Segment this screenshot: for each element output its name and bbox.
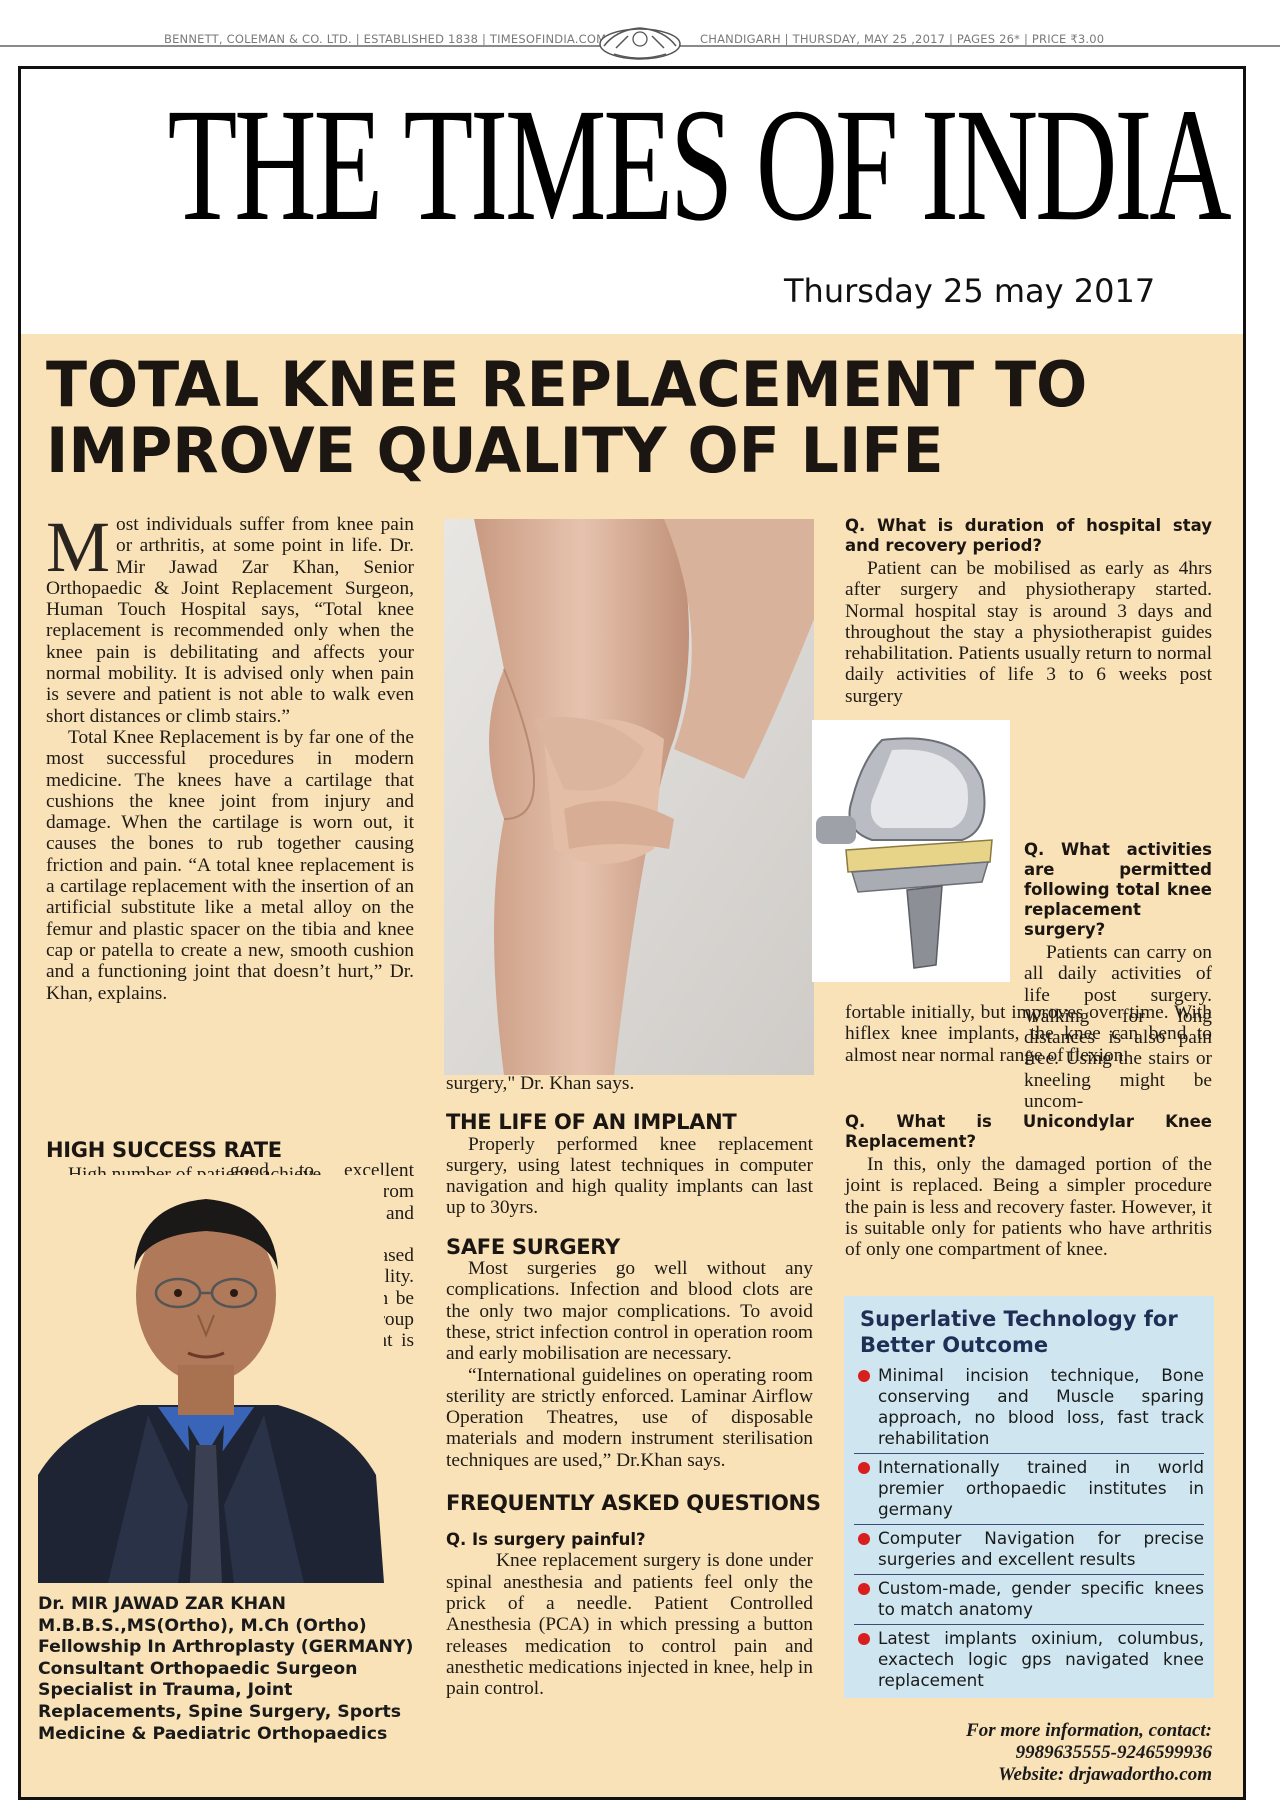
column-2-body: surgery," Dr. Khan says. THE LIFE OF AN … — [446, 1073, 821, 1700]
crest-emblem-icon — [599, 27, 681, 60]
list-item: Internationally trained in world premier… — [854, 1454, 1204, 1525]
contact-phones: 9989635555-9246599936 — [1015, 1742, 1212, 1763]
headline-line-1: TOTAL KNEE REPLACEMENT TO — [46, 348, 1088, 421]
column-1-body: M ost individuals suffer from knee pain … — [46, 507, 414, 1004]
bullet-icon — [858, 1462, 870, 1474]
faq-question-4: Q. What is Unicondylar Knee Replacement? — [845, 1112, 1212, 1151]
edition-info: CHANDIGARH | THURSDAY, MAY 25 ,2017 | PA… — [700, 32, 1105, 46]
faq-answer-1: Knee replacement surgery is done under s… — [446, 1550, 813, 1700]
knee-photo — [444, 519, 814, 1075]
article-headline: TOTAL KNEE REPLACEMENT TO IMPROVE QUALIT… — [46, 352, 1191, 484]
column-3-body: Q. What is duration of hospital stay and… — [845, 516, 1212, 707]
newspaper-title: THE TIMES OF INDIA — [167, 75, 1232, 255]
faq-unicondylar: Q. What is Unicondylar Knee Replacement?… — [845, 1112, 1212, 1260]
knee-implant-photo — [812, 720, 1010, 982]
faq-activities: Q. What activities are permitted followi… — [1024, 840, 1212, 1112]
list-item: Minimal incision technique, Bone conserv… — [854, 1362, 1204, 1454]
bullet-icon — [858, 1533, 870, 1545]
bullet-icon — [858, 1370, 870, 1382]
faq-question-1: Q. Is surgery painful? — [446, 1530, 646, 1550]
publisher-info: BENNETT, COLEMAN & CO. LTD. | ESTABLISHE… — [164, 32, 607, 46]
doctor-role: Consultant Orthopaedic Surgeon — [38, 1658, 358, 1679]
safe-paragraph-2: “International guidelines on operating r… — [446, 1364, 813, 1471]
doctor-portrait — [28, 1175, 384, 1583]
edition-line: BENNETT, COLEMAN & CO. LTD. | ESTABLISHE… — [0, 0, 1280, 60]
technology-box-title: Superlative Technology for Better Outcom… — [860, 1307, 1178, 1357]
safe-paragraph-1: Most surgeries go well without any compl… — [446, 1258, 813, 1365]
carryover-text: surgery," Dr. Khan says. — [446, 1073, 635, 1094]
list-item: Latest implants oxinium, columbus, exact… — [854, 1625, 1204, 1695]
list-item: Custom-made, gender specific knees to ma… — [854, 1575, 1204, 1625]
technology-box: Superlative Technology for Better Outcom… — [844, 1296, 1214, 1698]
life-paragraph: Properly performed knee replacement surg… — [446, 1133, 813, 1219]
issue-date: Thursday 25 may 2017 — [784, 272, 1156, 310]
doctor-degrees: M.B.B.S.,MS(Ortho), M.Ch (Ortho) — [38, 1615, 367, 1636]
subhead-faq: FREQUENTLY ASKED QUESTIONS — [446, 1491, 821, 1516]
doctor-fellowship: Fellowship In Arthroplasty (GERMANY) — [38, 1637, 414, 1658]
contact-info: For more information, contact: 998963555… — [860, 1720, 1212, 1786]
contact-label: For more information, contact: — [966, 1720, 1212, 1741]
subhead-high-success: HIGH SUCCESS RATE — [46, 1138, 282, 1162]
subhead-life-of-implant: THE LIFE OF AN IMPLANT — [446, 1110, 737, 1135]
headline-line-2: IMPROVE QUALITY OF LIFE — [46, 414, 944, 487]
faq-answer-2: Patient can be mobilised as early as 4hr… — [845, 558, 1212, 707]
subhead-safe-surgery: SAFE SURGERY — [446, 1234, 620, 1259]
doctor-specialties: Specialist in Trauma, Joint Replacements… — [38, 1680, 402, 1744]
faq-answer-3-part-2: fortable initially, but improves over ti… — [845, 1002, 1212, 1066]
faq-question-3: Q. What activities are permitted followi… — [1024, 840, 1212, 939]
bullet-icon — [858, 1633, 870, 1645]
technology-list: Minimal incision technique, Bone conserv… — [854, 1362, 1204, 1695]
contact-website: Website: drjawadortho.com — [998, 1764, 1212, 1785]
doctor-name: Dr. MIR JAWAD ZAR KHAN — [38, 1594, 286, 1614]
faq-question-2: Q. What is duration of hospital stay and… — [845, 516, 1212, 555]
bullet-icon — [858, 1583, 870, 1595]
list-item: Computer Navigation for precise surgerie… — [854, 1525, 1204, 1575]
body-paragraph: Total Knee Replacement is by far one of … — [46, 726, 414, 1004]
faq-answer-4: In this, only the damaged portion of the… — [845, 1154, 1212, 1261]
drop-cap: M — [46, 507, 111, 587]
doctor-credentials: Dr. MIR JAWAD ZAR KHAN M.B.B.S.,MS(Ortho… — [38, 1594, 438, 1745]
